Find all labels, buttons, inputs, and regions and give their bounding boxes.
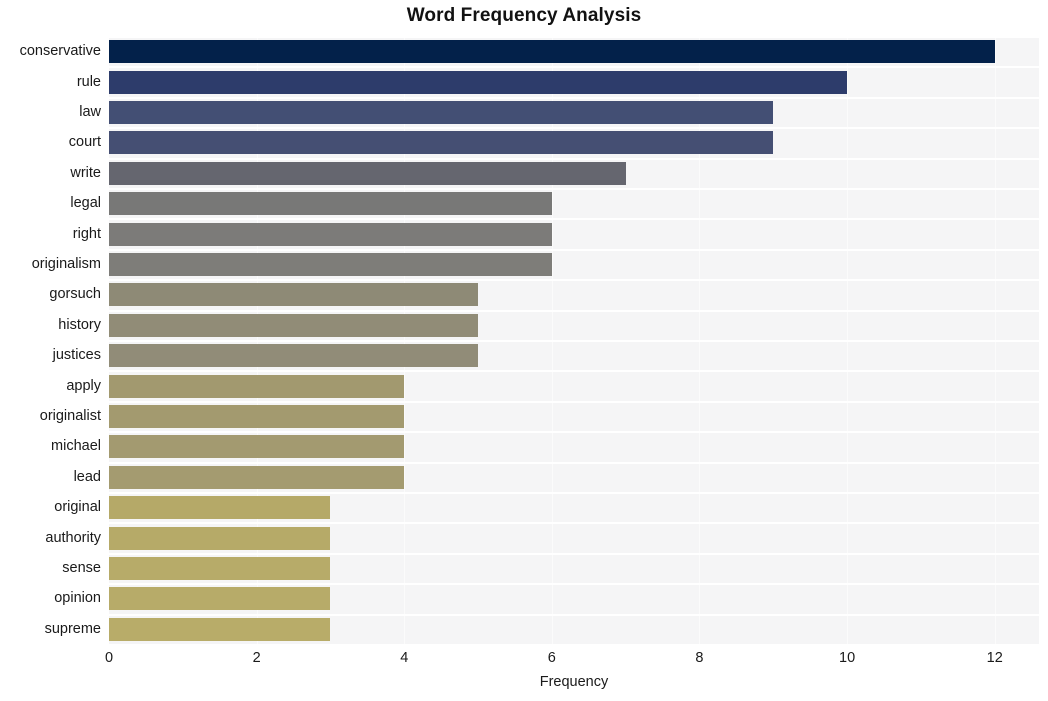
x-tick-label-6: 6: [547, 650, 556, 666]
y-tick-label-justices: justices: [52, 347, 101, 364]
bar-right[interactable]: [109, 222, 552, 246]
bar-authority[interactable]: [109, 526, 331, 550]
x-tick-label-4: 4: [400, 650, 409, 666]
y-axis-tick-labels: conservative rule law court write legal right o…: [0, 36, 101, 644]
bar-apply[interactable]: [109, 374, 405, 398]
y-tick-label-michael: michael: [51, 438, 101, 455]
y-tick-label-sense: sense: [62, 560, 101, 576]
y-tick-label-legal: legal: [70, 195, 101, 212]
y-tick-label-apply: apply: [66, 377, 101, 394]
x-tick-label-0: 0: [104, 650, 114, 666]
x-axis-tick-labels: 0 2 4 6 8 10 12: [0, 650, 1048, 672]
x-tick-label-10: 10: [839, 650, 856, 666]
y-tick-label-law: law: [79, 104, 101, 120]
bar-history[interactable]: [109, 313, 479, 337]
bar-supreme[interactable]: [109, 617, 331, 641]
y-tick-label-lead: lead: [73, 468, 101, 485]
y-tick-label-right: right: [72, 225, 101, 242]
bar-originalist[interactable]: [109, 405, 405, 428]
y-tick-label-opinion: opinion: [54, 590, 101, 607]
bar-originalism[interactable]: [109, 253, 552, 276]
y-tick-label-write: write: [70, 164, 101, 181]
bar-write[interactable]: [109, 161, 626, 185]
y-tick-label-conservative: conservative: [19, 43, 101, 60]
y-tick-label-original: original: [54, 499, 101, 516]
bar-conservative[interactable]: [109, 40, 995, 64]
bar-sense[interactable]: [109, 557, 331, 580]
bar-court[interactable]: [109, 131, 774, 155]
bar-gorsuch[interactable]: [109, 283, 479, 307]
y-tick-label-originalism: originalism: [31, 256, 101, 272]
chart-title: Word Frequency Analysis: [406, 5, 642, 26]
bar-lead[interactable]: [109, 465, 405, 489]
y-tick-label-history: history: [58, 316, 101, 333]
x-tick-label-2: 2: [252, 650, 261, 666]
plot-area: [109, 36, 1039, 644]
bar-legal[interactable]: [109, 192, 552, 216]
bar-michael[interactable]: [109, 435, 405, 459]
y-tick-label-gorsuch: gorsuch: [49, 286, 101, 303]
y-tick-label-supreme: supreme: [44, 620, 101, 637]
x-axis-title: Frequency: [539, 674, 609, 690]
x-tick-label-12: 12: [986, 650, 1003, 666]
bar-rule[interactable]: [109, 70, 848, 94]
bar-opinion[interactable]: [109, 587, 331, 611]
bar-law[interactable]: [109, 101, 774, 124]
y-tick-label-originalist: originalist: [39, 408, 101, 424]
chart-figure: Word Frequency Analysis conservative rule…: [0, 0, 1048, 701]
bar-justices[interactable]: [109, 344, 479, 368]
y-tick-label-authority: authority: [45, 529, 101, 546]
x-tick-label-8: 8: [695, 650, 704, 666]
y-tick-label-rule: rule: [76, 73, 101, 90]
bar-original[interactable]: [109, 496, 331, 520]
y-tick-label-court: court: [68, 134, 101, 151]
